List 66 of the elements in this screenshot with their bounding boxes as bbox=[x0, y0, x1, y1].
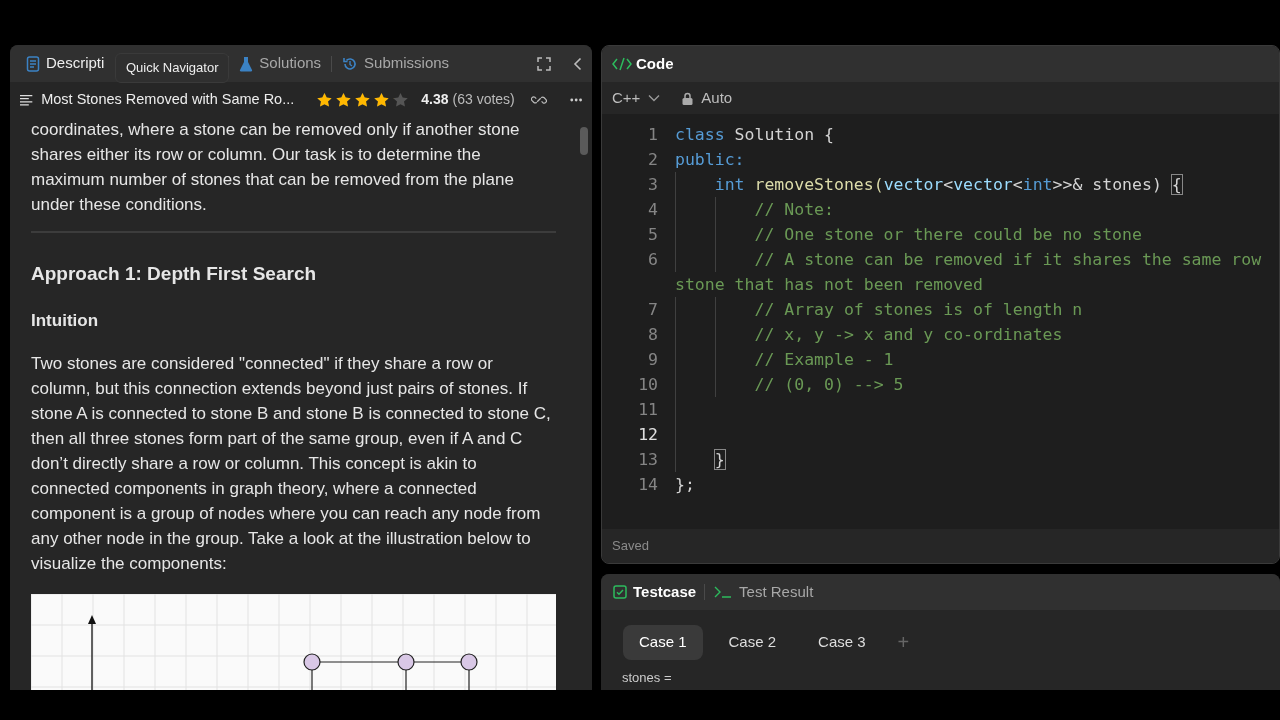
description-text: Two stones are considered "connected" if they share a row or column, but this connection extends beyond just pairs of stones. If stone A is connected to stone B and stone B is connected to stone C, then all three stones form part of the same group, even if A and C don’t directly share a row or column. This concept is akin to connected components in graph theory, where a connected component is a group of nodes where you can reach any node from any other node in the group. Take a look at the illustration below to visualize the components: bbox=[31, 353, 552, 575]
line-number: 2 bbox=[647, 149, 658, 171]
panel-tab[interactable]: Solutions bbox=[233, 50, 328, 77]
line-number: 7 bbox=[647, 299, 658, 321]
panel-title: Code bbox=[636, 53, 674, 74]
star-icon bbox=[354, 91, 372, 108]
line-number: 4 bbox=[647, 199, 658, 221]
history-icon bbox=[342, 55, 359, 72]
line-number: 3 bbox=[647, 174, 658, 196]
code-line: class Solution { bbox=[674, 124, 834, 146]
code-icon bbox=[612, 57, 632, 71]
outline-icon bbox=[20, 93, 34, 106]
document-icon bbox=[26, 55, 40, 72]
checkbox-icon bbox=[613, 585, 627, 599]
chevron-down-icon bbox=[648, 94, 661, 102]
rating-score: 4.38 bbox=[421, 90, 449, 109]
line-number: 5 bbox=[647, 224, 658, 246]
panel-tab[interactable]: Submissions bbox=[336, 50, 456, 77]
line-number: 6 bbox=[647, 249, 658, 271]
code-line: // x, y -> x and y co-ordinates bbox=[658, 322, 1063, 347]
code-line: public: bbox=[674, 149, 745, 171]
code-line: // (0, 0) --> 5 bbox=[658, 372, 904, 397]
code-line: // Note: bbox=[658, 197, 834, 222]
scrollbar[interactable] bbox=[580, 127, 588, 155]
code-line: stone that has not been removed bbox=[674, 274, 983, 296]
language-dropdown[interactable]: C++ bbox=[612, 86, 661, 110]
code-line: int removeStones(vector<vector<int>>& stones) { bbox=[658, 172, 1182, 197]
code-line: // A stone can be removed if it shares the same row bbox=[658, 247, 1262, 272]
code-line: } bbox=[658, 447, 725, 472]
line-number: 13 bbox=[637, 449, 658, 471]
fullscreen-icon bbox=[537, 56, 551, 71]
line-number: 14 bbox=[637, 474, 658, 496]
code-line: }; bbox=[674, 474, 695, 496]
panel-tab[interactable]: Test Result bbox=[713, 580, 814, 604]
save-status: Saved bbox=[602, 529, 1279, 563]
terminal-icon bbox=[713, 585, 734, 599]
line-number: 8 bbox=[647, 324, 658, 346]
star-icon bbox=[373, 91, 391, 108]
tooltip: Quick Navigator bbox=[115, 53, 230, 83]
star-icon bbox=[316, 91, 334, 108]
line-number: 11 bbox=[637, 399, 658, 421]
panel-tab[interactable]: Testcase bbox=[613, 580, 697, 604]
section-heading: Approach 1: Depth First Search bbox=[31, 262, 318, 286]
star-icon bbox=[335, 91, 353, 108]
more-icon bbox=[569, 97, 582, 102]
code-line: // Array of stones is of length n bbox=[658, 297, 1083, 322]
flask-icon bbox=[239, 55, 254, 72]
star-icon bbox=[392, 91, 410, 108]
panel-tab[interactable]: Descripti bbox=[20, 50, 111, 77]
auto-mode-button[interactable]: Auto bbox=[682, 86, 733, 110]
code-line: // One stone or there could be no stone bbox=[658, 222, 1142, 247]
line-number: 1 bbox=[647, 124, 658, 146]
code-line: // Example - 1 bbox=[658, 347, 894, 372]
line-number: 10 bbox=[637, 374, 658, 396]
description-text: coordinates, where a stone can be removed only if another stone shares either its row or column. Our task is to determine the maximum number of stones that can be removed from the plane under these conditions. bbox=[31, 119, 521, 216]
case-tab[interactable]: Case 3 bbox=[802, 625, 882, 660]
vote-count: (63 votes) bbox=[452, 90, 515, 109]
case-tab[interactable]: Case 1 bbox=[623, 625, 703, 660]
input-label: stones = bbox=[621, 668, 673, 687]
line-number: 12 bbox=[637, 424, 658, 446]
line-number: 9 bbox=[647, 349, 658, 371]
subsection-heading: Intuition bbox=[31, 310, 100, 332]
lock-icon bbox=[682, 91, 694, 105]
collapse-icon bbox=[573, 56, 582, 71]
problem-title: Most Stones Removed with Same Ro... bbox=[41, 89, 295, 109]
case-tab[interactable]: Case 2 bbox=[712, 625, 793, 660]
